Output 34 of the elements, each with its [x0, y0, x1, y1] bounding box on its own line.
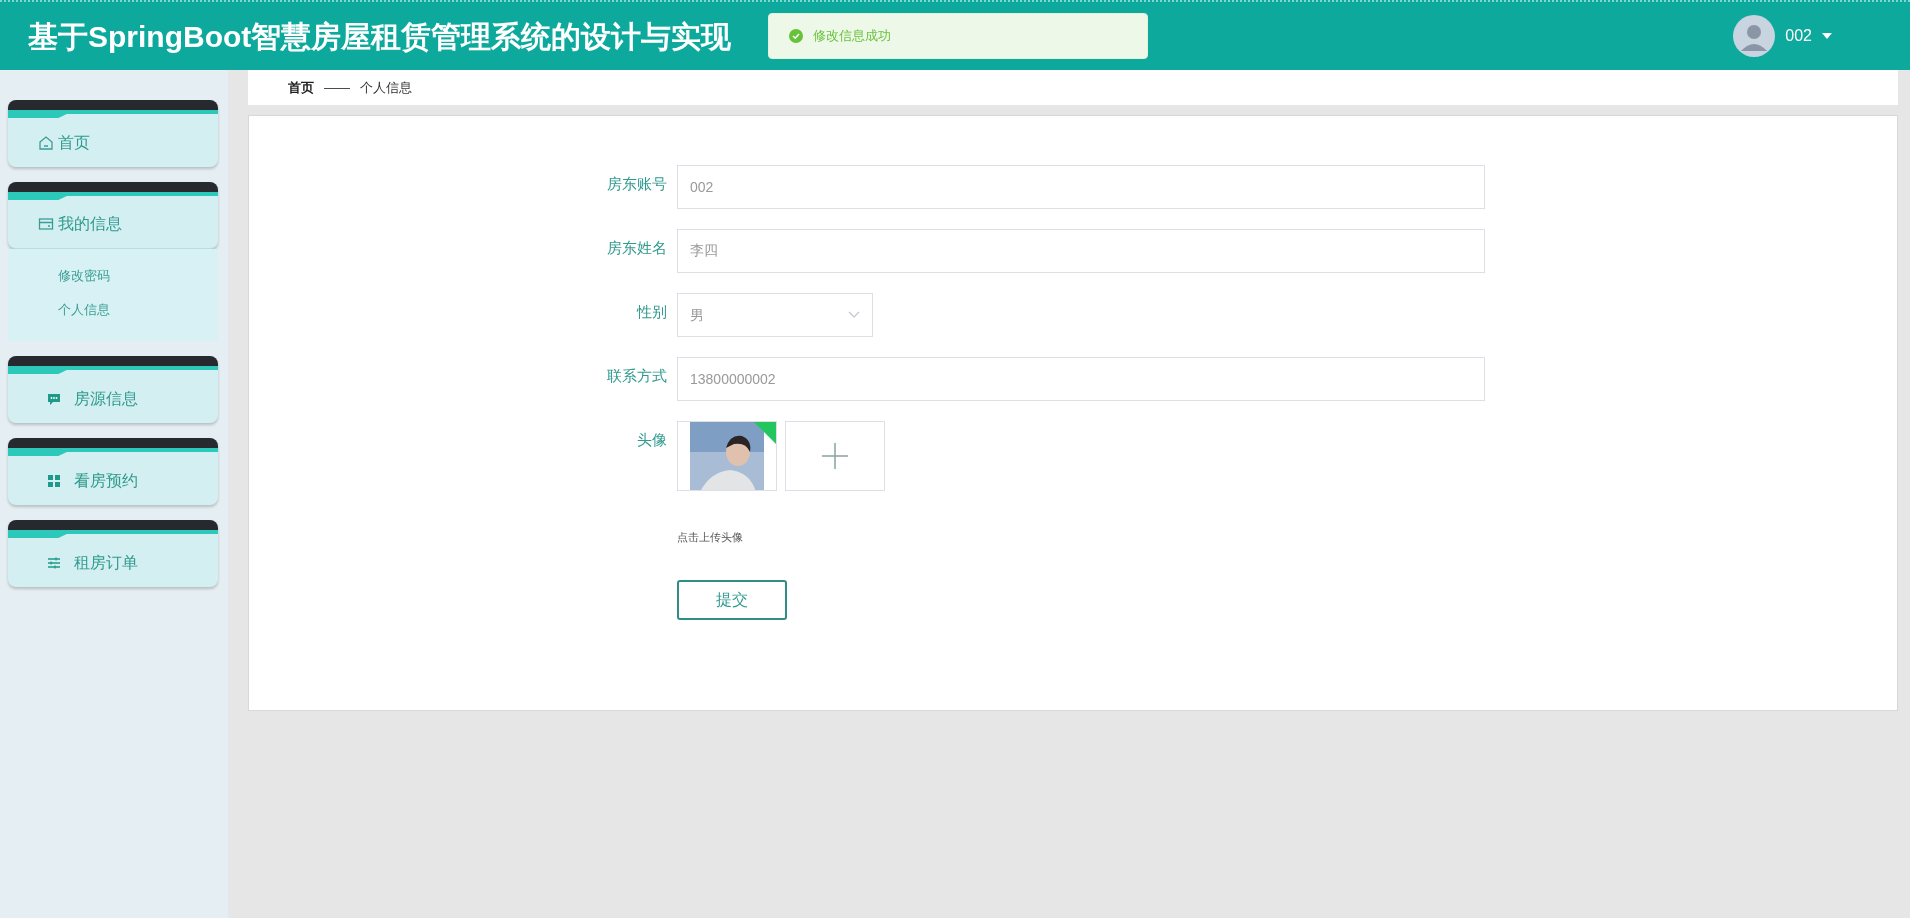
field-label: 房东账号 [606, 174, 668, 194]
menu-item[interactable]: 房源信息 [8, 356, 218, 423]
menu-item[interactable]: 看房预约 [8, 438, 218, 505]
breadcrumb-item: 个人信息 [360, 78, 412, 97]
field-label: 性别 [635, 302, 668, 322]
text-field[interactable]: 13800000002 [677, 357, 1485, 401]
toast-message: 修改信息成功 [813, 27, 891, 46]
field-label: 头像 [636, 430, 668, 450]
submenu-item[interactable]: 个人信息 [8, 293, 218, 327]
field-label: 联系方式 [606, 366, 668, 386]
username[interactable]: 002 [1785, 24, 1812, 48]
card-icon [38, 216, 54, 232]
check-circle-icon [789, 29, 803, 43]
grid-icon [46, 472, 62, 489]
breadcrumb-item: —— [324, 78, 350, 97]
submenu-item[interactable]: 修改密码 [8, 259, 218, 293]
menu-item[interactable]: 我的信息 [8, 182, 218, 249]
text-field[interactable]: 李四 [677, 229, 1485, 273]
text-field[interactable]: 002 [677, 165, 1485, 209]
caret-icon [1822, 33, 1832, 39]
home-icon [38, 134, 54, 151]
upload-button[interactable] [785, 421, 885, 491]
menu-item[interactable]: 租房订单 [8, 520, 218, 587]
breadcrumb-item[interactable]: 首页 [288, 77, 314, 98]
menu-item[interactable]: 首页 [8, 100, 218, 167]
avatar-thumbnail[interactable] [677, 421, 777, 491]
gender-select[interactable]: 男 [677, 293, 873, 337]
avatar-icon[interactable] [1733, 15, 1776, 57]
site-title: 基于SpringBoot智慧房屋租赁管理系统的设计与实现 [28, 18, 733, 55]
plus-icon [821, 442, 849, 470]
submit-button[interactable]: 提交 [677, 579, 787, 620]
upload-hint: 点击上传头像 [677, 530, 744, 545]
chevron-down-icon [848, 311, 860, 319]
field-label: 房东姓名 [606, 238, 668, 258]
